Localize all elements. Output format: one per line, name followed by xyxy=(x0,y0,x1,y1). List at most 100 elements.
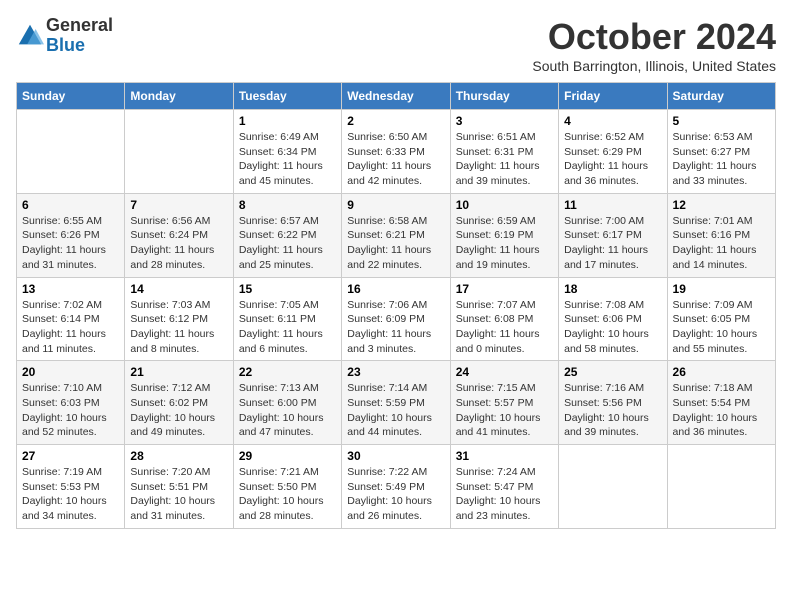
day-number: 6 xyxy=(22,198,119,212)
day-number: 3 xyxy=(456,114,553,128)
day-info: Sunrise: 6:57 AM Sunset: 6:22 PM Dayligh… xyxy=(239,214,336,273)
calendar-cell xyxy=(559,445,667,529)
calendar-cell: 17Sunrise: 7:07 AM Sunset: 6:08 PM Dayli… xyxy=(450,277,558,361)
calendar-week-row: 1Sunrise: 6:49 AM Sunset: 6:34 PM Daylig… xyxy=(17,110,776,194)
day-info: Sunrise: 6:53 AM Sunset: 6:27 PM Dayligh… xyxy=(673,130,770,189)
day-number: 23 xyxy=(347,365,444,379)
logo-blue: Blue xyxy=(46,36,113,56)
calendar-cell: 16 Sunrise: 7:06 AM Sunset: 6:09 PM Dayli… xyxy=(342,277,450,361)
day-info: Sunrise: 7:03 AM Sunset: 6:12 PM Dayligh… xyxy=(130,298,227,357)
day-info: Sunrise: 6:49 AM Sunset: 6:34 PM Dayligh… xyxy=(239,130,336,189)
calendar-cell: 18Sunrise: 7:08 AM Sunset: 6:06 PM Dayli… xyxy=(559,277,667,361)
calendar-cell: 21Sunrise: 7:12 AM Sunset: 6:02 PM Dayli… xyxy=(125,361,233,445)
day-number: 13 xyxy=(22,282,119,296)
day-number: 26 xyxy=(673,365,770,379)
logo: General Blue xyxy=(16,16,113,56)
calendar-cell: 12Sunrise: 7:01 AM Sunset: 6:16 PM Dayli… xyxy=(667,193,775,277)
calendar-cell: 13Sunrise: 7:02 AM Sunset: 6:14 PM Dayli… xyxy=(17,277,125,361)
calendar-day-header: Wednesday xyxy=(342,83,450,110)
day-number: 24 xyxy=(456,365,553,379)
day-info: Sunrise: 7:00 AM Sunset: 6:17 PM Dayligh… xyxy=(564,214,661,273)
calendar-cell: 14 Sunrise: 7:03 AM Sunset: 6:12 PM Dayli… xyxy=(125,277,233,361)
calendar-cell: 11 Sunrise: 7:00 AM Sunset: 6:17 PM Dayli… xyxy=(559,193,667,277)
day-info: Sunrise: 6:55 AM Sunset: 6:26 PM Dayligh… xyxy=(22,214,119,273)
day-number: 28 xyxy=(130,449,227,463)
day-info: Sunrise: 6:59 AM Sunset: 6:19 PM Dayligh… xyxy=(456,214,553,273)
calendar-cell: 22Sunrise: 7:13 AM Sunset: 6:00 PM Dayli… xyxy=(233,361,341,445)
calendar-cell: 19 Sunrise: 7:09 AM Sunset: 6:05 PM Dayli… xyxy=(667,277,775,361)
day-number: 31 xyxy=(456,449,553,463)
day-info: Sunrise: 7:21 AM Sunset: 5:50 PM Dayligh… xyxy=(239,465,336,524)
calendar-cell: 8 Sunrise: 6:57 AM Sunset: 6:22 PM Daylig… xyxy=(233,193,341,277)
day-number: 2 xyxy=(347,114,444,128)
calendar-cell: 28 Sunrise: 7:20 AM Sunset: 5:51 PM Dayli… xyxy=(125,445,233,529)
calendar-week-row: 6 Sunrise: 6:55 AM Sunset: 6:26 PM Daylig… xyxy=(17,193,776,277)
month-title: October 2024 xyxy=(532,16,776,58)
calendar-cell: 10 Sunrise: 6:59 AM Sunset: 6:19 PM Dayli… xyxy=(450,193,558,277)
day-info: Sunrise: 7:19 AM Sunset: 5:53 PM Dayligh… xyxy=(22,465,119,524)
calendar-day-header: Tuesday xyxy=(233,83,341,110)
page-header: General Blue October 2024 South Barringt… xyxy=(16,16,776,74)
calendar-cell: 23 Sunrise: 7:14 AM Sunset: 5:59 PM Dayli… xyxy=(342,361,450,445)
calendar-cell: 5 Sunrise: 6:53 AM Sunset: 6:27 PM Daylig… xyxy=(667,110,775,194)
day-info: Sunrise: 7:18 AM Sunset: 5:54 PM Dayligh… xyxy=(673,381,770,440)
calendar-week-row: 27 Sunrise: 7:19 AM Sunset: 5:53 PM Dayli… xyxy=(17,445,776,529)
day-number: 11 xyxy=(564,198,661,212)
day-number: 16 xyxy=(347,282,444,296)
calendar-cell: 24 Sunrise: 7:15 AM Sunset: 5:57 PM Dayli… xyxy=(450,361,558,445)
calendar-cell: 29Sunrise: 7:21 AM Sunset: 5:50 PM Dayli… xyxy=(233,445,341,529)
calendar-header-row: SundayMondayTuesdayWednesdayThursdayFrid… xyxy=(17,83,776,110)
day-info: Sunrise: 7:07 AM Sunset: 6:08 PM Dayligh… xyxy=(456,298,553,357)
day-number: 21 xyxy=(130,365,227,379)
calendar-cell: 26 Sunrise: 7:18 AM Sunset: 5:54 PM Dayli… xyxy=(667,361,775,445)
calendar-day-header: Monday xyxy=(125,83,233,110)
logo-general: General xyxy=(46,16,113,36)
day-number: 25 xyxy=(564,365,661,379)
calendar-cell xyxy=(667,445,775,529)
day-info: Sunrise: 7:22 AM Sunset: 5:49 PM Dayligh… xyxy=(347,465,444,524)
day-info: Sunrise: 7:13 AM Sunset: 6:00 PM Dayligh… xyxy=(239,381,336,440)
day-number: 27 xyxy=(22,449,119,463)
day-number: 9 xyxy=(347,198,444,212)
day-info: Sunrise: 7:09 AM Sunset: 6:05 PM Dayligh… xyxy=(673,298,770,357)
day-info: Sunrise: 7:20 AM Sunset: 5:51 PM Dayligh… xyxy=(130,465,227,524)
calendar-cell: 7Sunrise: 6:56 AM Sunset: 6:24 PM Daylig… xyxy=(125,193,233,277)
calendar-cell xyxy=(125,110,233,194)
calendar-cell: 9Sunrise: 6:58 AM Sunset: 6:21 PM Daylig… xyxy=(342,193,450,277)
title-block: October 2024 South Barrington, Illinois,… xyxy=(532,16,776,74)
calendar-cell: 2Sunrise: 6:50 AM Sunset: 6:33 PM Daylig… xyxy=(342,110,450,194)
calendar-cell xyxy=(17,110,125,194)
calendar-cell: 15Sunrise: 7:05 AM Sunset: 6:11 PM Dayli… xyxy=(233,277,341,361)
day-number: 5 xyxy=(673,114,770,128)
day-number: 10 xyxy=(456,198,553,212)
day-number: 7 xyxy=(130,198,227,212)
day-number: 15 xyxy=(239,282,336,296)
day-number: 12 xyxy=(673,198,770,212)
logo-text: General Blue xyxy=(46,16,113,56)
day-info: Sunrise: 7:08 AM Sunset: 6:06 PM Dayligh… xyxy=(564,298,661,357)
day-info: Sunrise: 7:14 AM Sunset: 5:59 PM Dayligh… xyxy=(347,381,444,440)
day-info: Sunrise: 7:15 AM Sunset: 5:57 PM Dayligh… xyxy=(456,381,553,440)
calendar-week-row: 20Sunrise: 7:10 AM Sunset: 6:03 PM Dayli… xyxy=(17,361,776,445)
location: South Barrington, Illinois, United State… xyxy=(532,58,776,74)
day-number: 8 xyxy=(239,198,336,212)
calendar-cell: 31Sunrise: 7:24 AM Sunset: 5:47 PM Dayli… xyxy=(450,445,558,529)
calendar-cell: 20Sunrise: 7:10 AM Sunset: 6:03 PM Dayli… xyxy=(17,361,125,445)
day-info: Sunrise: 6:51 AM Sunset: 6:31 PM Dayligh… xyxy=(456,130,553,189)
calendar-day-header: Sunday xyxy=(17,83,125,110)
calendar-day-header: Thursday xyxy=(450,83,558,110)
logo-icon xyxy=(16,22,44,50)
calendar-week-row: 13Sunrise: 7:02 AM Sunset: 6:14 PM Dayli… xyxy=(17,277,776,361)
calendar-cell: 27 Sunrise: 7:19 AM Sunset: 5:53 PM Dayli… xyxy=(17,445,125,529)
calendar-cell: 1Sunrise: 6:49 AM Sunset: 6:34 PM Daylig… xyxy=(233,110,341,194)
calendar-cell: 6 Sunrise: 6:55 AM Sunset: 6:26 PM Daylig… xyxy=(17,193,125,277)
day-number: 20 xyxy=(22,365,119,379)
day-info: Sunrise: 6:52 AM Sunset: 6:29 PM Dayligh… xyxy=(564,130,661,189)
day-number: 19 xyxy=(673,282,770,296)
calendar-cell: 4Sunrise: 6:52 AM Sunset: 6:29 PM Daylig… xyxy=(559,110,667,194)
calendar-table: SundayMondayTuesdayWednesdayThursdayFrid… xyxy=(16,82,776,529)
day-info: Sunrise: 7:16 AM Sunset: 5:56 PM Dayligh… xyxy=(564,381,661,440)
calendar-day-header: Friday xyxy=(559,83,667,110)
day-number: 14 xyxy=(130,282,227,296)
day-info: Sunrise: 7:06 AM Sunset: 6:09 PM Dayligh… xyxy=(347,298,444,357)
